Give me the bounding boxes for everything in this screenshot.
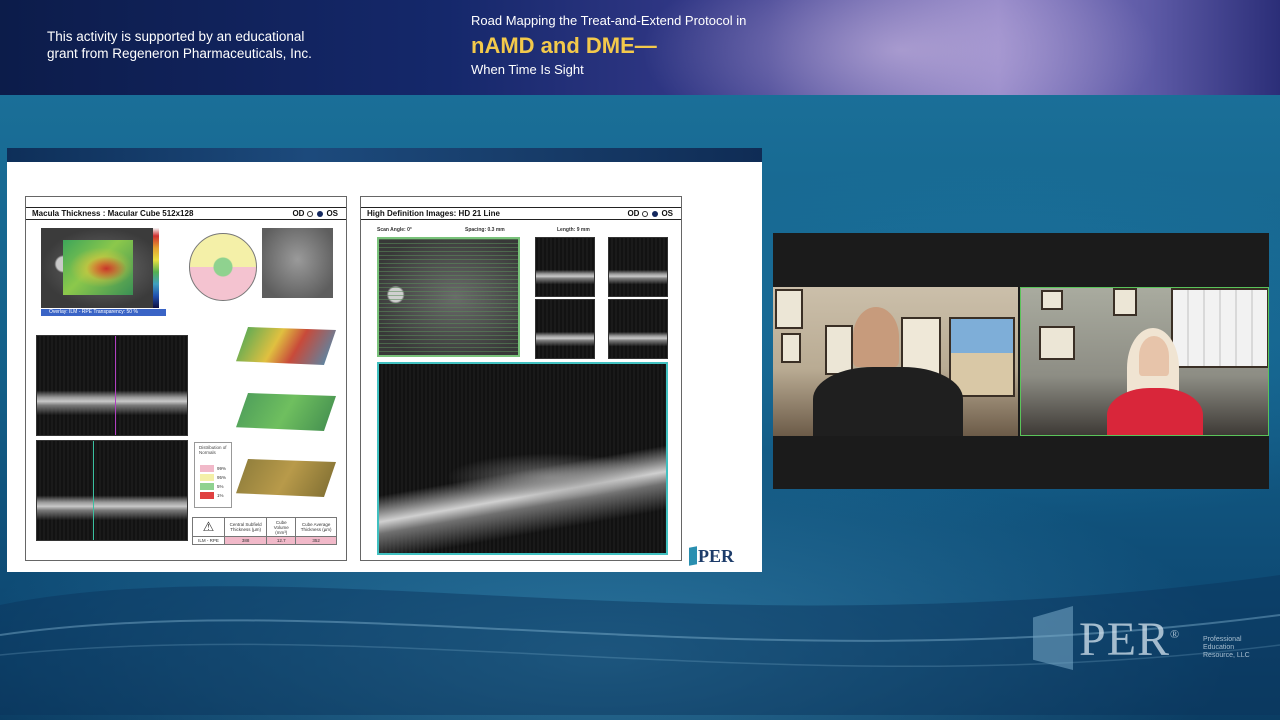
thickness-table-header: ⚠ Central Subfield Thickness (µm) Cube V… [192,517,337,537]
hd-line-fundus [377,237,520,357]
warning-cell: ⚠ [192,517,225,537]
legend-label-99: 99% [217,466,227,471]
macula-thickness-title: Macula Thickness : Macular Cube 512x128 [32,209,194,218]
hd-images-title: High Definition Images: HD 21 Line [367,209,500,218]
per-sub-line-1: Professional [1203,636,1242,643]
eye-selector-right: OD OS [627,208,673,219]
speaker-2-head [1139,336,1169,376]
wall-frame [1039,326,1075,360]
speaker-video-2[interactable] [1020,287,1269,436]
speaker-video-1[interactable] [773,287,1018,436]
registered-mark: ® [1170,627,1181,641]
scan-position-line-2 [93,441,94,540]
value-cube-average: 352 [295,536,337,545]
legend-label-95: 95% [217,475,227,480]
legend-title: Distribution of Normals [199,445,227,455]
legend-label-5: 5% [217,484,224,489]
warning-icon: ⚠ [202,519,215,534]
rpefit-surface-3d [236,459,336,497]
od-radio-icon-right [642,211,649,217]
value-central-subfield: 388 [223,536,268,545]
hd-line-report: High Definition Images: HD 21 Line OD OS … [360,196,682,561]
oct-bscan-top [36,335,188,436]
legend-swatch-1 [200,492,214,499]
normals-legend: Distribution of Normals 99% 95% 5% 1% [194,442,232,508]
per-sub-line-3: Resource, LLC [1203,652,1250,659]
per-sub-line-2: Education [1203,644,1235,651]
title-sub: When Time Is Sight [471,62,584,77]
macula-thickness-report: Macula Thickness : Macular Cube 512x128 … [25,196,347,561]
eye-os-label-right: OS [661,209,673,218]
wall-frame [775,289,803,329]
wall-frame [1041,290,1063,310]
eye-od-label-right: OD [627,209,640,218]
bscan-thumb-2 [608,237,668,297]
thickness-table-values: ILM - RPE 388 12.7 352 [192,536,337,545]
oct-bscan-bottom [36,440,188,541]
legend-swatch-95 [200,474,214,481]
hd-images-heading: High Definition Images: HD 21 Line OD OS [361,207,681,220]
etdrs-thickness-grid [189,233,257,301]
sponsor-line-1: This activity is supported by an educati… [47,29,305,44]
title-pre: Road Mapping the Treat-and-Extend Protoc… [471,13,747,28]
wall-frame [949,317,1015,397]
wall-poster [1171,288,1268,368]
title-main: nAMD and DME— [471,33,657,58]
sponsor-line-2: grant from Regeneron Pharmaceuticals, In… [47,46,312,61]
bscan-thumb-1 [535,237,595,297]
header-central-subfield: Central Subfield Thickness (µm) [223,517,268,537]
legend-swatch-5 [200,483,214,490]
thickness-color-scale [153,228,159,308]
speaker-2-body [1107,388,1203,435]
eye-od-label: OD [292,209,305,218]
speaker-1-head [853,307,899,367]
presentation-slide: Macula Thickness : Macular Cube 512x128 … [7,148,762,572]
overlay-caption-bar: Overlay: ILM - RPE Transparency: 50 % [41,309,166,316]
ilm-surface-3d [236,327,336,365]
thickness-table: ⚠ Central Subfield Thickness (µm) Cube V… [192,517,337,545]
thickness-map-fundus [41,228,153,308]
bscan-thumb-4 [608,299,668,359]
os-radio-icon-right [652,211,659,217]
wall-frame [781,333,801,363]
scan-angle: Scan Angle: 0° [377,227,412,233]
slide-top-bar [7,148,762,162]
eye-selector: OD OS [292,208,338,219]
value-layer: ILM - RPE [192,536,225,545]
hd-bscan-large [377,362,668,555]
header-cube-volume: Cube Volume (mm³) [266,517,297,537]
macula-thickness-heading: Macula Thickness : Macular Cube 512x128 … [26,207,346,220]
fundus-image [262,228,333,298]
program-title: Road Mapping the Treat-and-Extend Protoc… [471,13,746,78]
bscan-thumb-3 [535,299,595,359]
wall-frame [825,325,853,375]
video-conference-panel [773,233,1269,489]
wall-frame [1113,288,1137,316]
scan-spacing: Spacing: 0.3 mm [465,227,505,233]
per-logo-word: PER [1079,613,1171,666]
sponsor-notice: This activity is supported by an educati… [47,28,347,62]
overlay-caption: Overlay: ILM - RPE Transparency: 50 % [49,309,138,315]
per-logo-mark-icon [689,546,697,566]
per-logo-text: PER® [1079,612,1180,667]
per-logo-subtitle: Professional Education Resource, LLC [1203,636,1273,660]
rpe-surface-3d [236,393,336,431]
os-radio-icon [317,211,324,217]
eye-os-label: OS [326,209,338,218]
speaker-1-body [813,367,963,436]
legend-label-1: 1% [217,493,224,498]
legend-swatch-99 [200,465,214,472]
header-cube-average: Cube Average Thickness (µm) [295,517,337,537]
thickness-overlay [63,240,133,295]
header-banner: This activity is supported by an educati… [0,0,1280,95]
scan-length: Length: 9 mm [557,227,590,233]
value-cube-volume: 12.7 [266,536,297,545]
slide-logo-text: PER [698,546,734,566]
slide-per-logo: PER [689,546,734,567]
scan-position-line [115,336,116,435]
od-radio-icon [307,211,314,217]
